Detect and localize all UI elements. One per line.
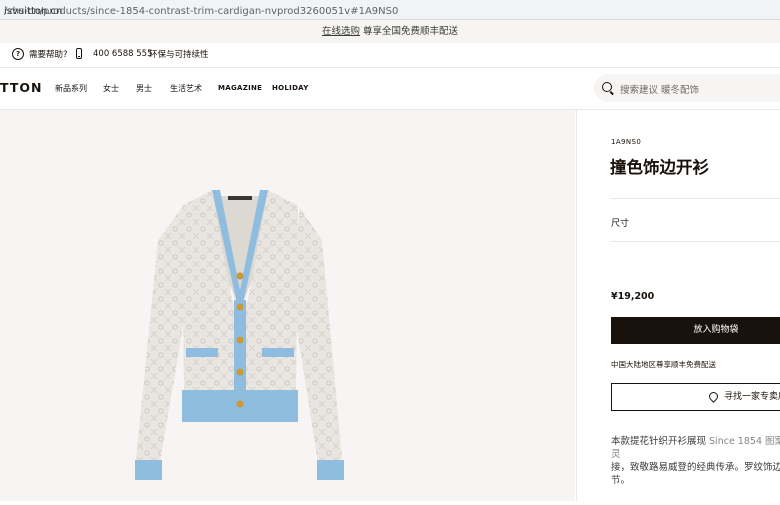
nav-item-men[interactable]: 男士: [136, 83, 152, 94]
cardigan-image: [135, 190, 344, 480]
promo-text: 尊享全国免费顺丰配送: [359, 26, 459, 37]
sustainability-link[interactable]: 环保与可持续性: [149, 48, 209, 60]
product-title: 撞色饰边开衫: [610, 158, 709, 177]
description-text: 节。: [611, 475, 631, 486]
help-label: 需要帮助?: [29, 50, 68, 60]
browser-url-bar[interactable]: isvuitton.cn/zhs-cn/products/since-1854-…: [0, 0, 780, 20]
size-selector[interactable]: 尺寸: [611, 216, 629, 229]
description-text: 本款提花针织开衫展现: [611, 436, 710, 447]
search-input[interactable]: 搜索建议 暖冬配饰: [620, 82, 699, 96]
divider: [611, 198, 780, 199]
sustainability-label: 环保与可持续性: [149, 50, 209, 60]
nav-item-living[interactable]: 生活艺术: [170, 83, 202, 94]
nav-item-magazine[interactable]: MAGAZINE: [218, 84, 262, 92]
product-info-panel: 1A9NS0 撞色饰边开衫 尺寸 ¥19,200 放入购物袋 中国大陆地区尊享顺…: [576, 110, 780, 501]
product-price: ¥19,200: [611, 291, 655, 302]
find-store-label: 寻找一家专卖店: [724, 392, 780, 402]
divider: [611, 241, 780, 242]
promo-shop-online-link[interactable]: 在线选购: [322, 26, 360, 37]
phone-link[interactable]: 400 6588 555: [76, 48, 152, 59]
help-link[interactable]: ? 需要帮助?: [12, 48, 68, 60]
add-to-cart-button[interactable]: 放入购物袋: [611, 317, 780, 344]
brand-logo[interactable]: TTON: [0, 80, 42, 95]
help-icon: ?: [12, 48, 24, 60]
promo-banner: 在线选购 尊享全国免费顺丰配送: [0, 20, 780, 43]
utility-bar: ? 需要帮助? 400 6588 555 环保与可持续性: [0, 43, 780, 68]
url-path: /zhs-cn/products/since-1854-contrast-tri…: [4, 6, 399, 17]
product-sku: 1A9NS0: [611, 138, 642, 146]
search-box[interactable]: 搜索建议 暖冬配饰: [594, 74, 780, 102]
find-store-button[interactable]: 寻找一家专卖店: [611, 383, 780, 411]
phone-icon: [76, 48, 82, 59]
phone-label: 400 6588 555: [93, 48, 153, 59]
delivery-note: 中国大陆地区尊享顺丰免费配送: [611, 360, 716, 369]
description-text: 接，致敬路易威登的经典传承。罗纹饰边: [611, 462, 780, 473]
main-nav: TTON 新品系列 女士 男士 生活艺术 MAGAZINE HOLIDAY 搜索…: [0, 68, 780, 110]
product-description: 本款提花针织开衫展现 Since 1854 图案灵 接，致敬路易威登的经典传承。…: [611, 435, 780, 487]
nav-item-new[interactable]: 新品系列: [55, 83, 87, 94]
search-icon: [602, 82, 612, 92]
nav-item-holiday[interactable]: HOLIDAY: [272, 84, 309, 92]
location-pin-icon: [707, 390, 720, 403]
product-gallery[interactable]: [0, 110, 575, 501]
nav-item-women[interactable]: 女士: [103, 83, 119, 94]
